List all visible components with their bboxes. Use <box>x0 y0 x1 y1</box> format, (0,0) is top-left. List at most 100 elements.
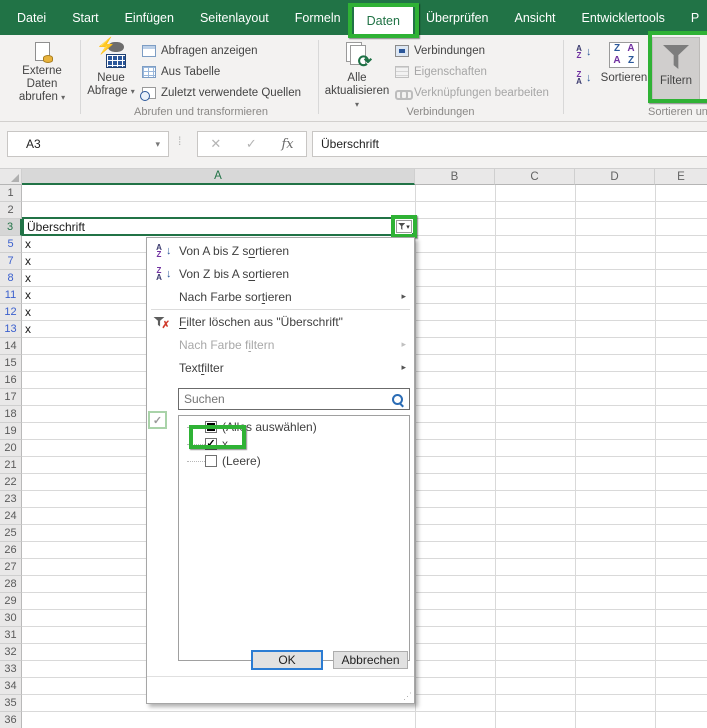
cells-right[interactable] <box>415 559 707 576</box>
menu-text-filters[interactable]: Textfilter ▸ <box>147 356 414 379</box>
menu-sort-z-to-a[interactable]: ZA ↓ Von Z bis A sortieren <box>147 262 414 285</box>
row-header[interactable]: 34 <box>0 678 22 695</box>
resize-grip[interactable]: ⋰ <box>403 691 412 702</box>
name-box[interactable]: A3 ▾ <box>7 131 169 157</box>
row-header[interactable]: 32 <box>0 644 22 661</box>
ok-button[interactable]: OK <box>251 650 323 670</box>
checkbox-empty-unchecked[interactable] <box>205 455 217 467</box>
abfragen-anzeigen-button[interactable]: Abfragen anzeigen <box>142 41 258 61</box>
row-header[interactable]: 1 <box>0 185 22 202</box>
sort-z-to-a-button[interactable]: ZA ↓ <box>573 68 591 88</box>
row-header[interactable]: 16 <box>0 372 22 389</box>
tab-ansicht[interactable]: Ansicht <box>502 0 569 35</box>
row-header[interactable]: 11 <box>0 287 22 304</box>
row-header[interactable]: 5 <box>0 236 22 253</box>
cells-right[interactable] <box>415 406 707 423</box>
cells-right[interactable] <box>415 423 707 440</box>
row-header[interactable]: 8 <box>0 270 22 287</box>
cell-column-a[interactable] <box>22 712 415 728</box>
filter-value-empty[interactable]: (Leere) <box>179 453 409 469</box>
tab-datei[interactable]: Datei <box>4 0 59 35</box>
column-header-d[interactable]: D <box>575 169 655 185</box>
row-header[interactable]: 33 <box>0 661 22 678</box>
cells-right[interactable] <box>415 389 707 406</box>
row-header[interactable]: 18 <box>0 406 22 423</box>
neue-abfrage-button[interactable]: ⚡ Neue Abfrage ▾ <box>84 39 138 116</box>
column-header-c[interactable]: C <box>495 169 575 185</box>
row-header[interactable]: 23 <box>0 491 22 508</box>
cells-right[interactable] <box>415 355 707 372</box>
cells-right[interactable] <box>415 304 707 321</box>
filter-value-select-all[interactable]: (Alles auswählen) <box>179 419 409 435</box>
cells-right[interactable] <box>415 185 707 202</box>
row-header[interactable]: 28 <box>0 576 22 593</box>
cells-right[interactable] <box>415 678 707 695</box>
row-header[interactable]: 22 <box>0 474 22 491</box>
row-header[interactable]: 12 <box>0 304 22 321</box>
cells-right[interactable] <box>415 661 707 678</box>
row-header[interactable]: 7 <box>0 253 22 270</box>
sort-a-to-z-button[interactable]: AZ ↓ <box>573 42 591 62</box>
cells-right[interactable] <box>415 202 707 219</box>
cells-right[interactable] <box>415 270 707 287</box>
zuletzt-verwendete-quellen-button[interactable]: Zuletzt verwendete Quellen <box>140 83 301 103</box>
row-header[interactable]: 29 <box>0 593 22 610</box>
cell-filter-dropdown-button[interactable]: ▾ <box>391 215 417 238</box>
select-all-corner[interactable] <box>0 169 22 185</box>
row-header[interactable]: 27 <box>0 559 22 576</box>
cells-right[interactable] <box>415 474 707 491</box>
tab-formeln[interactable]: Formeln <box>282 0 354 35</box>
cells-right[interactable] <box>415 219 707 236</box>
row-header[interactable]: 36 <box>0 712 22 728</box>
row-header[interactable]: 31 <box>0 627 22 644</box>
row-header[interactable]: 2 <box>0 202 22 219</box>
cells-right[interactable] <box>415 338 707 355</box>
cells-right[interactable] <box>415 508 707 525</box>
tab-einfuegen[interactable]: Einfügen <box>112 0 187 35</box>
column-header-e[interactable]: E <box>655 169 707 185</box>
menu-clear-filter[interactable]: ✗ Filter löschen aus "Überschrift" <box>147 310 414 333</box>
row-header[interactable]: 26 <box>0 542 22 559</box>
cells-right[interactable] <box>415 695 707 712</box>
cells-right[interactable] <box>415 236 707 253</box>
row-header[interactable]: 19 <box>0 423 22 440</box>
cells-right[interactable] <box>415 372 707 389</box>
cells-right[interactable] <box>415 457 707 474</box>
row-header[interactable]: 35 <box>0 695 22 712</box>
cells-right[interactable] <box>415 287 707 304</box>
row-header[interactable]: 25 <box>0 525 22 542</box>
active-cell-a3[interactable]: Überschrift ▾ <box>22 215 417 238</box>
cells-right[interactable] <box>415 712 707 728</box>
cells-right[interactable] <box>415 542 707 559</box>
row-header[interactable]: 14 <box>0 338 22 355</box>
tab-entwicklertools[interactable]: Entwicklertools <box>569 0 678 35</box>
cells-right[interactable] <box>415 576 707 593</box>
cancel-button[interactable]: Abbrechen <box>333 651 408 669</box>
alle-aktualisieren-button[interactable]: ⟳ Alle aktualisieren ▾ <box>324 39 390 116</box>
search-icon[interactable] <box>391 393 404 406</box>
row-header[interactable]: 3 <box>0 219 22 236</box>
tab-seitenlayout[interactable]: Seitenlayout <box>187 0 282 35</box>
formula-input[interactable]: Überschrift <box>312 131 707 157</box>
row-header[interactable]: 21 <box>0 457 22 474</box>
cells-right[interactable] <box>415 627 707 644</box>
menu-sort-by-color[interactable]: Nach Farbe sortieren ▸ <box>147 285 414 308</box>
cells-right[interactable] <box>415 644 707 661</box>
sortieren-button[interactable]: ZAAZ Sortieren <box>598 39 650 116</box>
column-header-b[interactable]: B <box>415 169 495 185</box>
tab-ueberpruefen[interactable]: Überprüfen <box>413 0 502 35</box>
row-header[interactable]: 24 <box>0 508 22 525</box>
filtern-button[interactable]: Filtern <box>648 31 707 103</box>
row-header[interactable]: 15 <box>0 355 22 372</box>
cells-right[interactable] <box>415 253 707 270</box>
checkbox-x-checked[interactable]: ✓ <box>205 438 217 450</box>
filter-value-x[interactable]: ✓ x <box>179 436 409 452</box>
formula-bar-splitter[interactable]: ⁞ <box>178 134 181 148</box>
tab-start[interactable]: Start <box>59 0 111 35</box>
cells-right[interactable] <box>415 491 707 508</box>
tab-p-cutoff[interactable]: P <box>678 0 707 35</box>
aus-tabelle-button[interactable]: Aus Tabelle <box>142 62 220 82</box>
cells-right[interactable] <box>415 610 707 627</box>
name-box-dropdown-icon[interactable]: ▾ <box>155 139 160 150</box>
cells-right[interactable] <box>415 321 707 338</box>
